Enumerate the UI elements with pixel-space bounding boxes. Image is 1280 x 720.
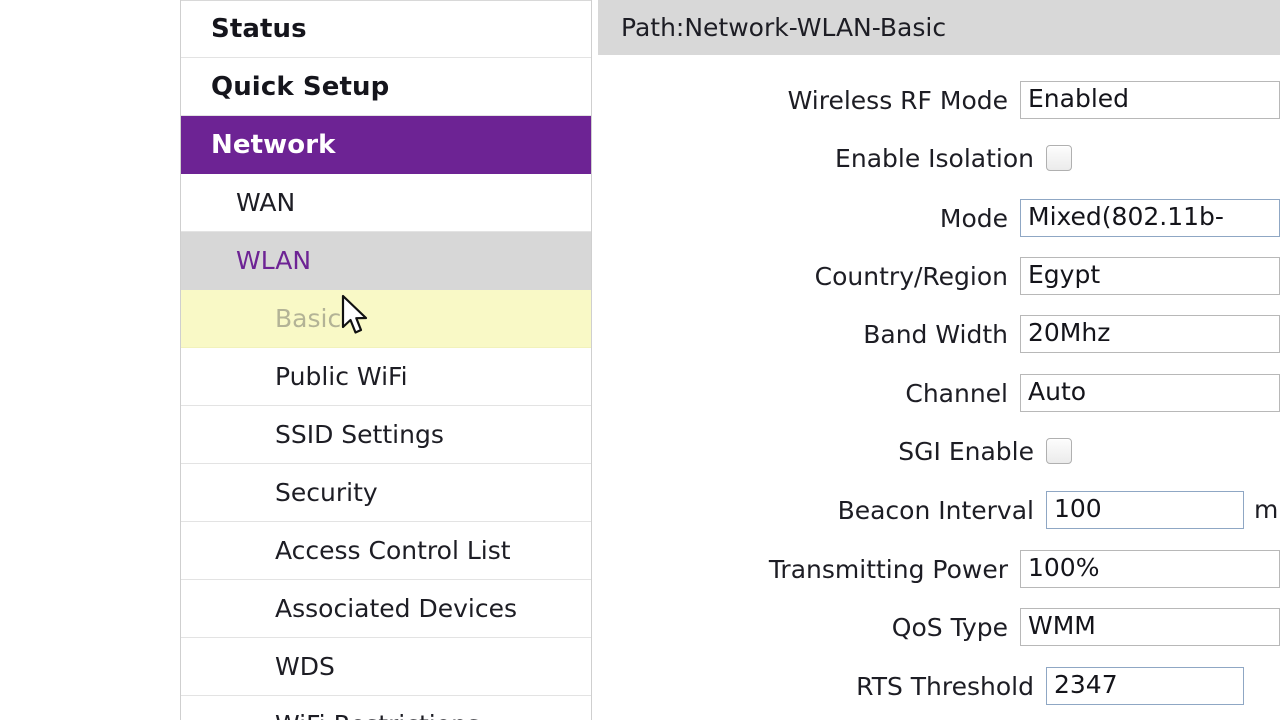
form-row-wireless-rf-mode: Wireless RF Mode Enabled — [598, 78, 1280, 122]
sidebar-item-label: WiFi Restrictions — [181, 710, 480, 720]
form-row-mode: Mode Mixed(802.11b- — [598, 196, 1280, 240]
sidebar-item-associated-devices[interactable]: Associated Devices — [181, 580, 591, 638]
field-label-channel: Channel — [905, 378, 1008, 408]
checkbox-sgi-enable[interactable] — [1046, 438, 1072, 464]
form-row-beacon-interval: Beacon Interval 100 m — [598, 488, 1280, 532]
select-country-region[interactable]: Egypt — [1020, 257, 1280, 295]
form-row-channel: Channel Auto — [598, 371, 1280, 415]
left-gutter — [0, 0, 180, 720]
sidebar-item-label: Network — [211, 130, 336, 160]
sidebar-item-label: Associated Devices — [275, 594, 517, 623]
form-row-band-width: Band Width 20Mhz — [598, 312, 1280, 356]
field-control-wrap: Auto — [1020, 374, 1280, 412]
field-unit-beacon-interval: m — [1254, 495, 1279, 524]
form-row-qos-type: QoS Type WMM — [598, 605, 1280, 649]
sidebar-item-wds[interactable]: WDS — [181, 638, 591, 696]
sidebar-item-ssid-settings[interactable]: SSID Settings — [181, 406, 591, 464]
form-row-country-region: Country/Region Egypt — [598, 254, 1280, 298]
field-control-wrap: 100% — [1020, 550, 1280, 588]
field-control-wrap: 20Mhz — [1020, 315, 1280, 353]
form-row-rts-threshold: RTS Threshold 2347 — [598, 664, 1280, 708]
field-control-wrap: Egypt — [1020, 257, 1280, 295]
sidebar-item-label: WAN — [236, 188, 296, 217]
sidebar-item-label: WDS — [275, 652, 335, 681]
sidebar-item-label: SSID Settings — [275, 420, 444, 449]
sidebar-item-label: Status — [211, 14, 307, 44]
field-label-qos-type: QoS Type — [891, 612, 1008, 642]
field-label-rts-threshold: RTS Threshold — [856, 671, 1034, 701]
sidebar-navigation: Status Quick Setup Network WAN WLAN Basic Publ… — [180, 0, 592, 720]
form-row-enable-isolation: Enable Isolation — [598, 136, 1280, 180]
sidebar-item-network[interactable]: Network — [181, 116, 591, 174]
field-label-beacon-interval: Beacon Interval — [837, 495, 1034, 525]
sidebar-item-label: Access Control List — [275, 536, 511, 565]
sidebar-item-label: Quick Setup — [211, 71, 390, 102]
sidebar-item-label: Security — [275, 478, 378, 507]
field-control-wrap: Enabled — [1020, 81, 1280, 119]
field-control-wrap: 2347 — [1046, 667, 1244, 705]
select-transmitting-power[interactable]: 100% — [1020, 550, 1280, 588]
field-label-sgi-enable: SGI Enable — [898, 436, 1034, 466]
field-label-transmitting-power: Transmitting Power — [768, 554, 1008, 584]
form-row-sgi-enable: SGI Enable — [598, 429, 1280, 473]
router-admin-screen: Status Quick Setup Network WAN WLAN Basic Publ… — [0, 0, 1280, 720]
field-label-mode: Mode — [939, 203, 1008, 233]
sidebar-item-wan[interactable]: WAN — [181, 174, 591, 232]
sidebar-item-security[interactable]: Security — [181, 464, 591, 522]
breadcrumb-path-bar: Path:Network-WLAN-Basic — [598, 0, 1280, 55]
sidebar-item-quick-setup[interactable]: Quick Setup — [181, 58, 591, 116]
sidebar-item-wifi-restrictions[interactable]: WiFi Restrictions — [181, 696, 591, 720]
field-control-wrap — [1046, 145, 1072, 171]
field-label-country-region: Country/Region — [814, 261, 1008, 291]
sidebar-item-label: Public WiFi — [275, 362, 408, 391]
select-band-width[interactable]: 20Mhz — [1020, 315, 1280, 353]
field-control-wrap — [1046, 438, 1072, 464]
field-label-wireless-rf-mode: Wireless RF Mode — [787, 85, 1008, 115]
select-channel[interactable]: Auto — [1020, 374, 1280, 412]
select-wireless-rf-mode[interactable]: Enabled — [1020, 81, 1280, 119]
form-row-transmitting-power: Transmitting Power 100% — [598, 547, 1280, 591]
input-rts-threshold[interactable]: 2347 — [1046, 667, 1244, 705]
content-panel: Path:Network-WLAN-Basic Wireless RF Mode… — [598, 0, 1280, 720]
sidebar-item-access-control-list[interactable]: Access Control List — [181, 522, 591, 580]
field-control-wrap: 100 m — [1046, 491, 1278, 529]
field-control-wrap: WMM — [1020, 608, 1280, 646]
select-mode[interactable]: Mixed(802.11b- — [1020, 199, 1280, 237]
sidebar-item-basic[interactable]: Basic — [181, 290, 591, 348]
select-qos-type[interactable]: WMM — [1020, 608, 1280, 646]
breadcrumb: Path:Network-WLAN-Basic — [621, 13, 947, 42]
input-beacon-interval[interactable]: 100 — [1046, 491, 1244, 529]
sidebar-item-wlan[interactable]: WLAN — [181, 232, 591, 290]
sidebar-item-status[interactable]: Status — [181, 0, 591, 58]
field-label-enable-isolation: Enable Isolation — [835, 143, 1034, 173]
field-control-wrap: Mixed(802.11b- — [1020, 199, 1280, 237]
sidebar-item-public-wifi[interactable]: Public WiFi — [181, 348, 591, 406]
field-label-band-width: Band Width — [863, 319, 1008, 349]
checkbox-enable-isolation[interactable] — [1046, 145, 1072, 171]
sidebar-item-label: Basic — [275, 304, 342, 333]
sidebar-item-label: WLAN — [236, 246, 312, 275]
